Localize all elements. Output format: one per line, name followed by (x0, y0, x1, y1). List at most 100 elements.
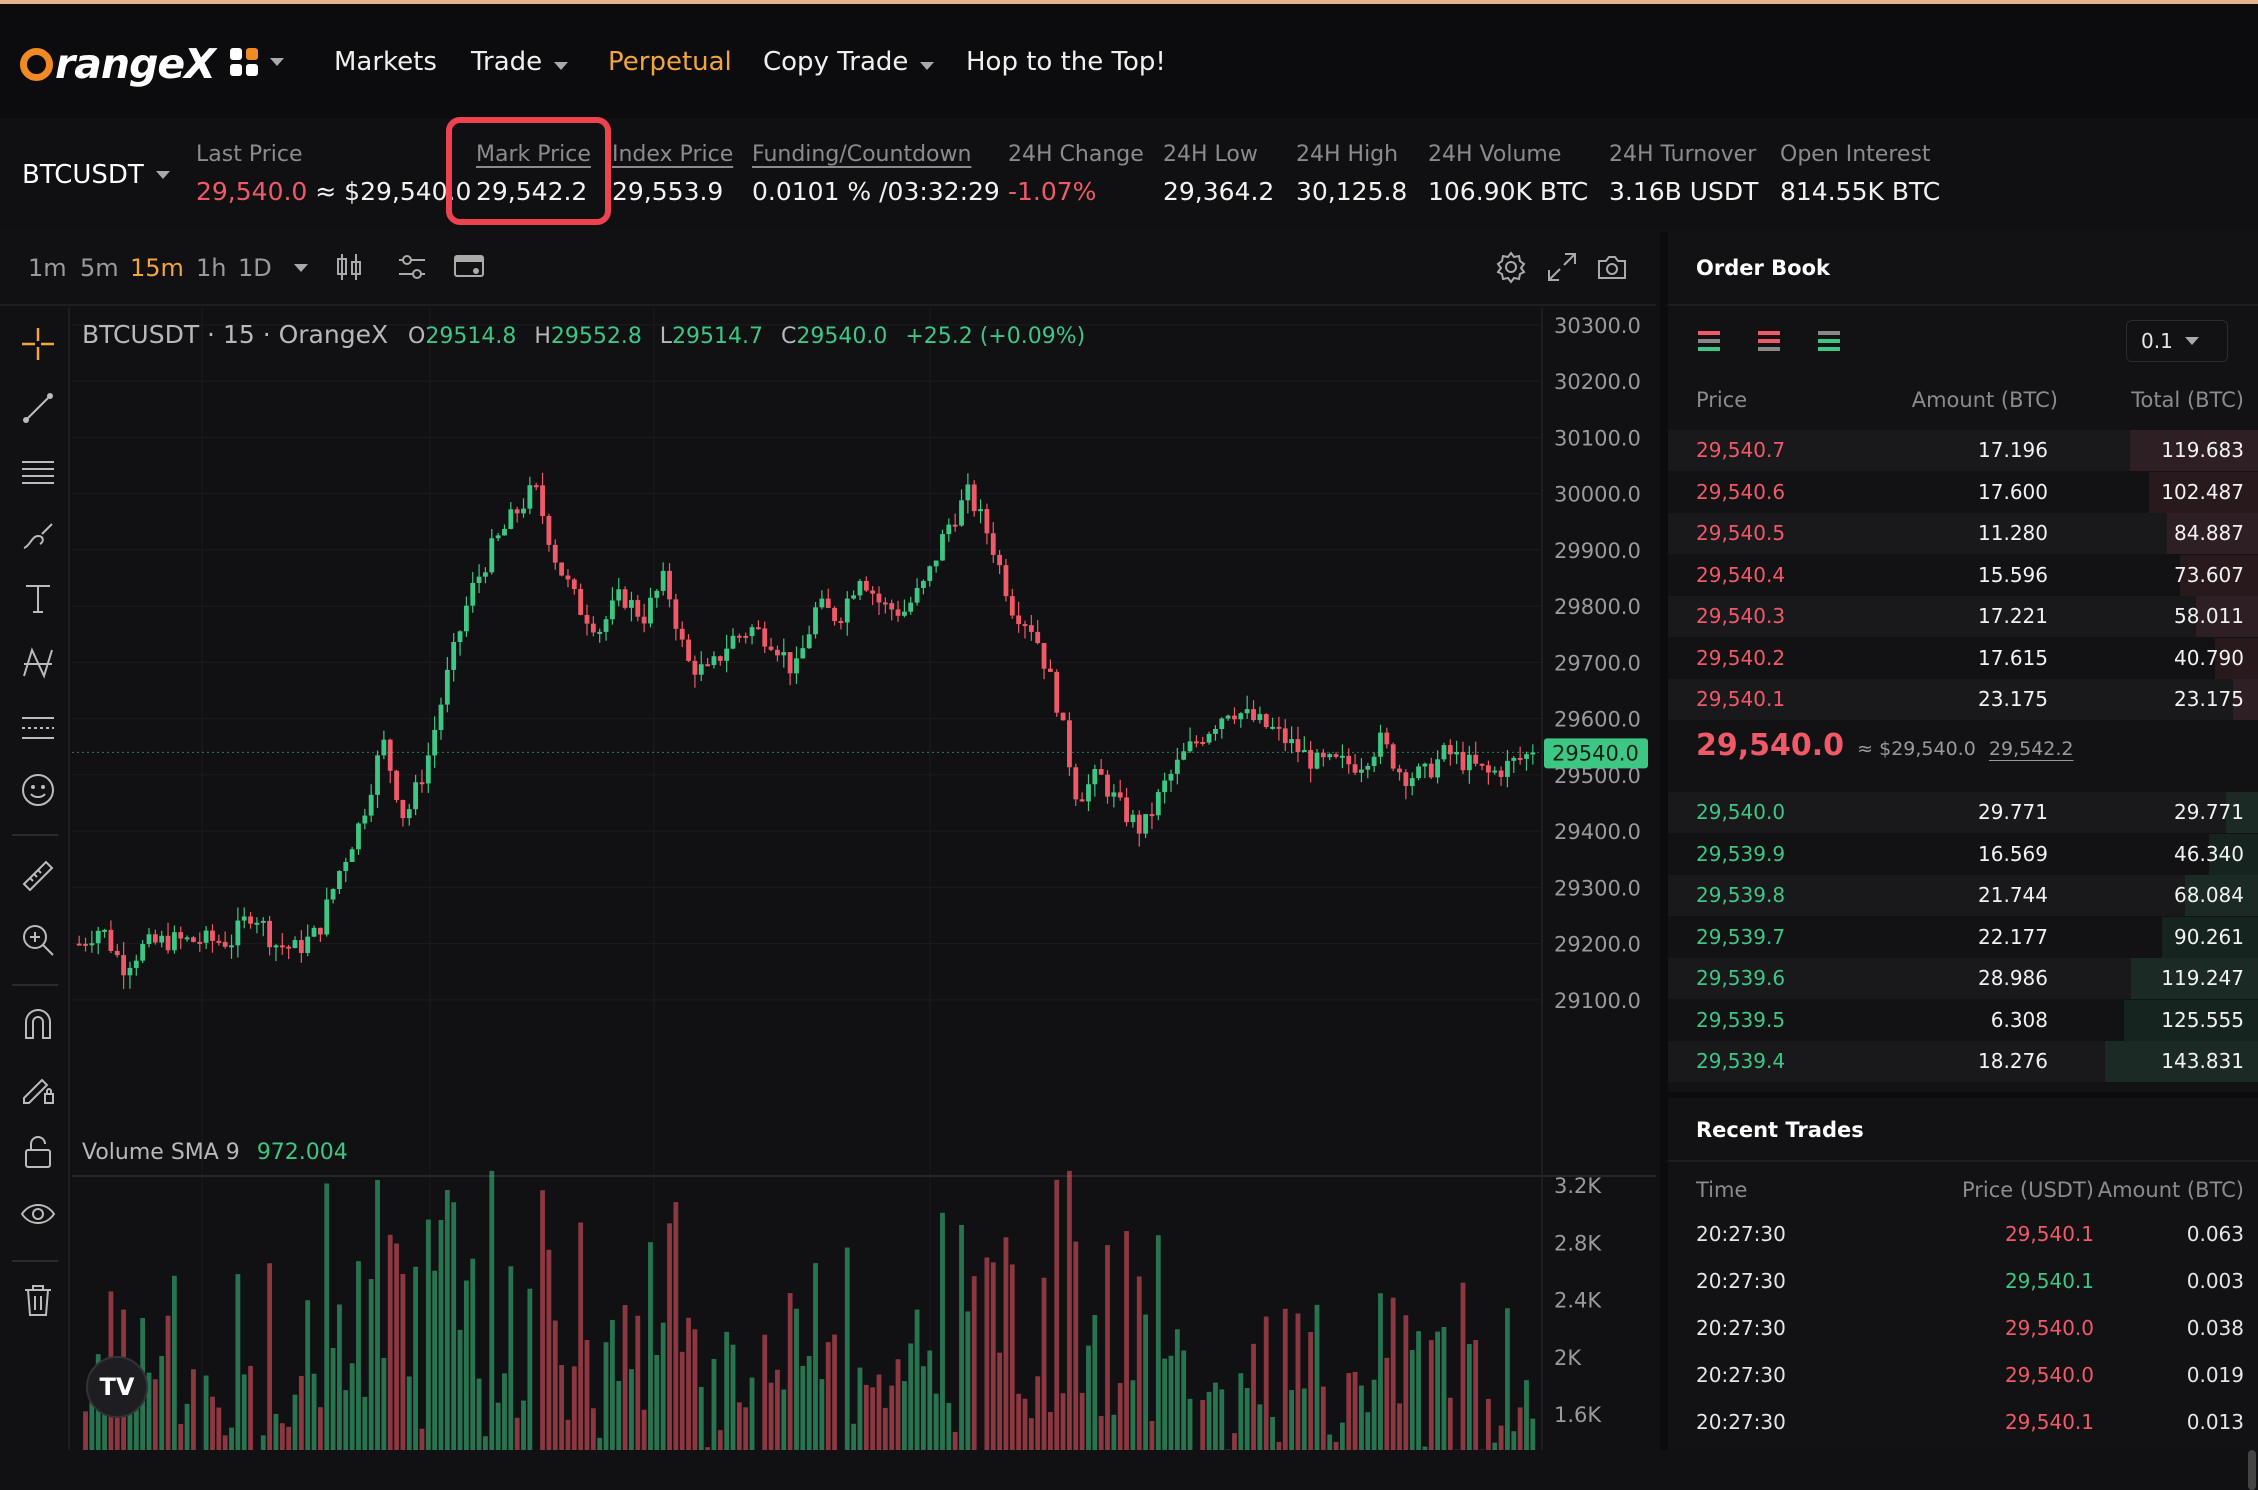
candle-body (845, 599, 850, 623)
ask-row[interactable]: 29,540.123.17523.175 (1668, 679, 2258, 720)
volume-value: 106.90K BTC (1428, 177, 1588, 206)
bid-row[interactable]: 29,539.418.276143.831 (1668, 1041, 2258, 1082)
indicators-icon[interactable] (395, 250, 429, 284)
volume-bar (1029, 1418, 1034, 1450)
camera-icon[interactable] (1595, 250, 1629, 284)
candle-body (997, 555, 1002, 565)
candle-body (128, 968, 133, 975)
visibility-icon[interactable] (20, 1198, 56, 1234)
candle-body (724, 649, 729, 661)
volume-bar (401, 1274, 406, 1450)
current-price-tag-label: 29540.0 (1552, 741, 1639, 765)
row-price: 29,540.7 (1696, 438, 1785, 462)
bid-row[interactable]: 29,539.916.56946.340 (1668, 834, 2258, 875)
nav-perpetual[interactable]: Perpetual (608, 47, 732, 77)
ask-row[interactable]: 29,540.511.28084.887 (1668, 513, 2258, 554)
candle-body (483, 572, 488, 576)
apps-menu-button[interactable] (230, 48, 284, 76)
lock-drawing-icon[interactable] (20, 1070, 56, 1106)
view-bids-icon[interactable] (1816, 328, 1842, 354)
row-amount: 28.986 (1978, 966, 2048, 990)
candle-body (1080, 799, 1085, 801)
ruler-icon[interactable] (20, 858, 56, 894)
volume-bar (1105, 1245, 1110, 1450)
crosshair-icon[interactable] (20, 326, 56, 362)
volume-bar (731, 1345, 736, 1450)
horizontal-lines-icon[interactable] (20, 454, 56, 490)
symbol-selector[interactable]: BTCUSDT (22, 160, 170, 190)
row-total: 46.340 (2174, 842, 2244, 866)
bid-row[interactable]: 29,539.56.308125.555 (1668, 1000, 2258, 1041)
ask-row[interactable]: 29,540.717.196119.683 (1668, 430, 2258, 471)
volume-bar (819, 1379, 824, 1450)
volume-bar (343, 1390, 348, 1450)
candle-body (578, 589, 583, 615)
tradingview-logo-icon[interactable]: TV (86, 1356, 148, 1418)
timeframe-1m[interactable]: 1m (28, 254, 67, 282)
panel-divider (1668, 1160, 2258, 1162)
trade-time: 20:27:30 (1696, 1316, 1786, 1340)
ticker-24h-volume: 24H Volume 106.90K BTC (1428, 142, 1588, 206)
timeframe-more-icon[interactable] (294, 264, 308, 272)
precision-select[interactable]: 0.1 (2126, 320, 2228, 362)
candle-body (832, 608, 837, 621)
nav-markets[interactable]: Markets (334, 47, 437, 77)
volume-bar (426, 1220, 431, 1450)
price-chart[interactable]: 30300.030200.030100.030000.029900.029800… (72, 308, 1656, 1450)
forecast-icon[interactable] (20, 708, 56, 744)
ask-row[interactable]: 29,540.617.600102.487 (1668, 472, 2258, 513)
zoom-in-icon[interactable] (20, 922, 56, 958)
emoji-icon[interactable] (20, 772, 56, 808)
candle-body (115, 951, 120, 955)
volume-bar (1264, 1317, 1269, 1450)
text-tool-icon[interactable] (20, 580, 56, 616)
bid-row[interactable]: 29,540.029.77129.771 (1668, 792, 2258, 833)
settings-gear-icon[interactable] (1494, 250, 1528, 284)
volume-bar (312, 1374, 317, 1450)
timeframe-1h[interactable]: 1h (196, 254, 226, 282)
orangex-logo[interactable]: rangeX (20, 34, 215, 94)
unlock-icon[interactable] (20, 1134, 56, 1170)
row-price: 29,540.3 (1696, 604, 1785, 628)
bid-row[interactable]: 29,539.628.986119.247 (1668, 958, 2258, 999)
timeframe-5m[interactable]: 5m (80, 254, 119, 282)
candle-body (769, 647, 774, 650)
pattern-icon[interactable] (20, 644, 56, 680)
trash-icon[interactable] (20, 1282, 56, 1318)
ask-row[interactable]: 29,540.317.22158.011 (1668, 596, 2258, 637)
volume-bar (1511, 1431, 1516, 1450)
volume-bar (407, 1376, 412, 1450)
volume-bar (750, 1378, 755, 1450)
trend-line-icon[interactable] (20, 390, 56, 426)
candle-body (191, 937, 196, 942)
ticker-index-price[interactable]: Index Price 29,553.9 (612, 142, 733, 206)
nav-hop-to-the-top[interactable]: Hop to the Top! (966, 47, 1166, 77)
chart-display-icon[interactable] (452, 250, 486, 284)
ask-row[interactable]: 29,540.415.59673.607 (1668, 555, 2258, 596)
magnet-icon[interactable] (20, 1006, 56, 1042)
ask-row[interactable]: 29,540.217.61540.790 (1668, 638, 2258, 679)
nav-trade[interactable]: Trade (471, 47, 568, 77)
nav-copy-trade[interactable]: Copy Trade (763, 47, 934, 77)
trade-row: 20:27:3029,540.00.038 (1668, 1308, 2258, 1352)
last-price-value: 29,540.0 (196, 177, 307, 206)
scrollbar[interactable] (2248, 1450, 2256, 1490)
ticker-funding[interactable]: Funding/Countdown 0.0101 % /03:32:29 (752, 142, 1000, 206)
view-both-icon[interactable] (1696, 328, 1722, 354)
chart-canvas[interactable]: 30300.030200.030100.030000.029900.029800… (72, 308, 1656, 1450)
volume-bar (775, 1370, 780, 1450)
volume-bar (477, 1379, 482, 1450)
timeframe-1d[interactable]: 1D (238, 254, 272, 282)
view-asks-icon[interactable] (1756, 328, 1782, 354)
volume-bar (800, 1366, 805, 1450)
candle-body (1283, 728, 1288, 743)
timeframe-15m[interactable]: 15m (130, 254, 184, 282)
fullscreen-icon[interactable] (1545, 250, 1579, 284)
candle-body (1372, 757, 1377, 766)
bid-row[interactable]: 29,539.722.17790.261 (1668, 917, 2258, 958)
brush-icon[interactable] (20, 518, 56, 554)
bid-row[interactable]: 29,539.821.74468.084 (1668, 875, 2258, 916)
volume-bar (1200, 1400, 1205, 1450)
candle-type-icon[interactable] (332, 250, 366, 284)
volume-bar (559, 1365, 564, 1450)
